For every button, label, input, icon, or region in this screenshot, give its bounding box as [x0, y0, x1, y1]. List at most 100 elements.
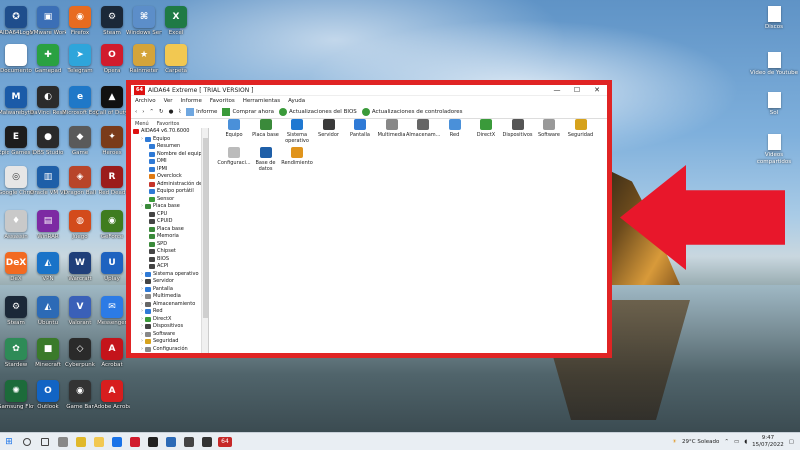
desktop-file-icon[interactable]: Vídeo de Youtube: [747, 52, 800, 77]
desktop-icon[interactable]: X Excel: [158, 6, 194, 37]
volume-icon[interactable]: ◖: [744, 439, 747, 445]
tree-item[interactable]: › Multimedia: [131, 293, 208, 301]
category-item[interactable]: Servidor: [312, 119, 346, 138]
tree-item[interactable]: › Equipo: [131, 136, 208, 144]
desktop-icon[interactable]: ✉ Messenger: [94, 296, 130, 327]
desktop-icon[interactable]: ✦ Heroes: [94, 126, 130, 157]
tree-item[interactable]: Nombre del equipo: [131, 151, 208, 159]
tab-menu[interactable]: Menú: [135, 121, 149, 127]
desktop-icon[interactable]: ■ Minecraft: [30, 338, 66, 369]
desktop-icon[interactable]: ✪ AIDA64Logo: [0, 6, 34, 37]
taskbar-search-button[interactable]: [18, 433, 36, 450]
expand-icon[interactable]: ›: [141, 136, 143, 144]
tree-scrollbar[interactable]: [201, 128, 208, 353]
category-item[interactable]: Equipo: [217, 119, 251, 138]
desktop-icon[interactable]: ◉ Game Bar: [62, 380, 98, 411]
menu-favoritos[interactable]: Favoritos: [210, 98, 235, 104]
desktop-icon[interactable]: O Outlook: [30, 380, 66, 411]
scrollbar-thumb[interactable]: [203, 138, 208, 318]
menu-herramientas[interactable]: Herramientas: [243, 98, 280, 104]
desktop-icon[interactable]: ◍ Juego: [62, 210, 98, 241]
desktop-icon[interactable]: ◇ Cyberpunk: [62, 338, 98, 369]
back-icon[interactable]: ‹: [135, 109, 137, 115]
tree-item[interactable]: Equipo portátil: [131, 188, 208, 196]
menu-archivo[interactable]: Archivo: [135, 98, 156, 104]
desktop-icon[interactable]: ⚙ Steam: [0, 296, 34, 327]
category-item[interactable]: Red: [438, 119, 472, 138]
menu-ver[interactable]: Ver: [164, 98, 173, 104]
tree-item[interactable]: › Red: [131, 308, 208, 316]
expand-icon[interactable]: ›: [141, 203, 143, 211]
tree-item[interactable]: › Seguridad: [131, 338, 208, 346]
desktop-icon[interactable]: U Uplay: [94, 252, 130, 283]
desktop-icon[interactable]: ▣ VMware Workstation: [30, 6, 66, 37]
tree-item[interactable]: IPMI: [131, 166, 208, 174]
category-item[interactable]: Seguridad: [564, 119, 598, 138]
buy-now-button[interactable]: Comprar ahora: [222, 107, 274, 116]
chart-icon[interactable]: ⌇: [178, 109, 181, 115]
desktop-icon[interactable]: ◎ Google Chrome: [0, 166, 34, 197]
desktop-file-icon[interactable]: Discos: [747, 6, 800, 31]
expand-icon[interactable]: ›: [141, 278, 143, 286]
tree-item[interactable]: Chipset: [131, 248, 208, 256]
tree-item[interactable]: Overclock: [131, 173, 208, 181]
tab-favoritos[interactable]: Favoritos: [157, 121, 180, 127]
desktop-icon[interactable]: ⚙ Steam: [94, 6, 130, 37]
expand-icon[interactable]: ›: [141, 293, 143, 301]
desktop-icon[interactable]: M Malwarebytes: [0, 86, 34, 117]
expand-icon[interactable]: ›: [141, 323, 143, 331]
start-button[interactable]: ⊞: [0, 433, 18, 450]
taskbar-chrome-button[interactable]: [108, 433, 126, 450]
desktop-file-icon[interactable]: Sol: [747, 92, 800, 117]
desktop-icon[interactable]: E Epic Games Launcher: [0, 126, 34, 157]
desktop-icon[interactable]: ▤ WinRAR: [30, 210, 66, 241]
menu-ayuda[interactable]: Ayuda: [288, 98, 305, 104]
weather-text[interactable]: 29°C Soleado: [682, 439, 719, 445]
taskbar-file-button[interactable]: [54, 433, 72, 450]
tree-item[interactable]: AIDA64 v6.70.6000: [131, 128, 208, 136]
category-item[interactable]: Placa base: [249, 119, 283, 138]
category-item[interactable]: Multimedia: [375, 119, 409, 138]
forward-icon[interactable]: ›: [142, 109, 144, 115]
category-item[interactable]: Sistema operativo: [280, 119, 314, 144]
expand-icon[interactable]: ›: [141, 331, 143, 339]
tree-item[interactable]: SPD: [131, 241, 208, 249]
desktop-icon[interactable]: Carpeta: [158, 44, 194, 75]
driver-updates-button[interactable]: Actualizaciones de controladores: [361, 107, 463, 116]
tree-item[interactable]: CPU: [131, 211, 208, 219]
desktop-icon[interactable]: ◈ Dragon Ball: [62, 166, 98, 197]
notifications-icon[interactable]: ▢: [789, 439, 794, 445]
menu-informe[interactable]: Informe: [181, 98, 202, 104]
desktop-icon[interactable]: A Acrobat: [94, 338, 130, 369]
category-item[interactable]: DirectX: [469, 119, 503, 138]
taskbar-notes-button[interactable]: [72, 433, 90, 450]
desktop-icon[interactable]: Documento: [0, 44, 34, 75]
expand-icon[interactable]: ›: [141, 271, 143, 279]
tree-item[interactable]: › Almacenamiento: [131, 301, 208, 309]
desktop-file-icon[interactable]: Videos compartidos: [747, 134, 800, 165]
tree-item[interactable]: › DirectX: [131, 316, 208, 324]
aida64-window[interactable]: 64 AIDA64 Extreme [ TRIAL VERSION ] — ☐ …: [131, 85, 607, 353]
category-item[interactable]: Almacenam...: [406, 119, 440, 138]
aida64-taskbar-button[interactable]: 64: [216, 433, 234, 450]
desktop-icon[interactable]: ◉ Firefox: [62, 6, 98, 37]
clock[interactable]: 9:47 15/07/2022: [752, 435, 784, 448]
category-item[interactable]: Dispositivos: [501, 119, 535, 138]
desktop-icon[interactable]: ◐ DaVinci Resolve: [30, 86, 66, 117]
desktop-icon[interactable]: ◆ Game: [62, 126, 98, 157]
tree-item[interactable]: Administración de e: [131, 181, 208, 189]
taskbar-folder-button[interactable]: [90, 433, 108, 450]
report-button[interactable]: Informe: [186, 107, 217, 116]
desktop-icon[interactable]: e Microsoft Edge: [62, 86, 98, 117]
desktop-icon[interactable]: ◭ VPN: [30, 252, 66, 283]
taskbar-obs-button[interactable]: [144, 433, 162, 450]
tree-item[interactable]: Sensor: [131, 196, 208, 204]
tree-item[interactable]: › Software: [131, 331, 208, 339]
desktop-icon[interactable]: ● OBS Studio: [30, 126, 66, 157]
expand-icon[interactable]: ›: [141, 338, 143, 346]
taskbar-terminal-button[interactable]: [198, 433, 216, 450]
tree-item[interactable]: › Configuración: [131, 346, 208, 354]
desktop-icon[interactable]: ⌘ Windows Server: [126, 6, 162, 37]
expand-icon[interactable]: ›: [141, 286, 143, 294]
tree-item[interactable]: BIOS: [131, 256, 208, 264]
